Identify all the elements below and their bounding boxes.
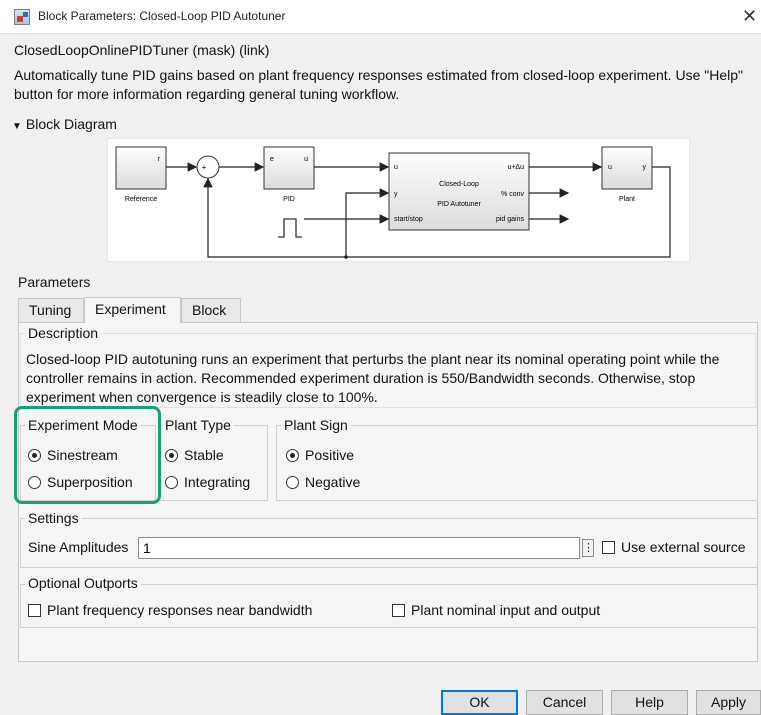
use-external-source-checkbox[interactable]: Use external source xyxy=(602,539,746,555)
mask-title: ClosedLoopOnlinePIDTuner (mask) (link) xyxy=(14,42,270,58)
autotuner-port-u-delta: u+Δu xyxy=(507,164,524,171)
sine-amplitudes-label: Sine Amplitudes xyxy=(28,539,129,555)
pid-block xyxy=(263,146,315,190)
radio-positive-label: Positive xyxy=(305,447,355,463)
plant-sign-title: Plant Sign xyxy=(281,417,351,433)
autotuner-title-line2: PID Autotuner xyxy=(437,201,481,208)
tab-experiment[interactable]: Experiment xyxy=(84,297,181,323)
sum-plus-sign: + xyxy=(202,163,207,172)
wire-y-to-autotuner xyxy=(345,188,390,257)
autotuner-port-conv: % conv xyxy=(501,191,524,198)
close-icon[interactable]: ✕ xyxy=(742,6,757,27)
nominal-io-checkbox[interactable]: Plant nominal input and output xyxy=(392,602,600,618)
block-diagram: r Reference + - e u PID Closed-Loop PID … xyxy=(107,138,690,262)
radio-button[interactable] xyxy=(286,475,299,489)
radio-stable[interactable]: Stable xyxy=(165,447,224,463)
simulink-app-icon xyxy=(14,9,30,25)
collapse-triangle-icon: ▼ xyxy=(12,121,22,132)
radio-button-selected[interactable] xyxy=(165,448,178,462)
description-title: Description xyxy=(25,325,102,341)
autotuner-port-startstop: start/stop xyxy=(394,216,423,223)
sum-block xyxy=(196,155,220,179)
radio-button-selected[interactable] xyxy=(286,448,299,462)
checkbox-box[interactable] xyxy=(602,540,615,554)
help-button[interactable]: Help xyxy=(611,690,688,715)
freq-response-checkbox[interactable]: Plant frequency responses near bandwidth xyxy=(28,602,312,618)
block-diagram-heading: Block Diagram xyxy=(25,116,117,132)
plant-type-title: Plant Type xyxy=(162,417,234,433)
pid-port-e: e xyxy=(270,156,274,163)
tab-block[interactable]: Block xyxy=(181,298,241,323)
optional-outports-title: Optional Outports xyxy=(25,575,141,591)
pulse-generator-icon xyxy=(278,218,302,238)
radio-negative-label: Negative xyxy=(305,474,361,490)
radio-negative[interactable]: Negative xyxy=(286,474,360,490)
more-options-icon[interactable]: ⋮ xyxy=(582,539,594,557)
pid-port-u: u xyxy=(304,156,308,163)
freq-response-label: Plant frequency responses near bandwidth xyxy=(47,602,313,618)
cancel-button[interactable]: Cancel xyxy=(526,690,603,715)
apply-button[interactable]: Apply xyxy=(696,690,761,715)
description-text: Closed-loop PID autotuning runs an exper… xyxy=(26,351,720,405)
autotuner-title-line1: Closed-Loop xyxy=(439,181,479,188)
radio-integrating[interactable]: Integrating xyxy=(165,474,250,490)
autotuner-port-y: y xyxy=(394,191,398,198)
title-bar: Block Parameters: Closed-Loop PID Autotu… xyxy=(0,0,761,34)
ok-button[interactable]: OK xyxy=(441,690,518,715)
window-title: Block Parameters: Closed-Loop PID Autotu… xyxy=(38,9,286,23)
plant-label: Plant xyxy=(619,196,635,203)
sine-amplitudes-input[interactable] xyxy=(138,537,580,559)
plant-port-y: y xyxy=(643,164,647,171)
use-external-source-label: Use external source xyxy=(621,539,746,555)
plant-port-u: u xyxy=(608,164,612,171)
nominal-io-label: Plant nominal input and output xyxy=(411,602,601,618)
reference-label: Reference xyxy=(125,196,157,203)
radio-stable-label: Stable xyxy=(184,447,224,463)
radio-integrating-label: Integrating xyxy=(184,474,251,490)
radio-button[interactable] xyxy=(165,475,178,489)
pid-label: PID xyxy=(283,196,295,203)
reference-block xyxy=(115,146,167,190)
autotuner-port-gains: pid gains xyxy=(496,216,525,223)
tab-tuning[interactable]: Tuning xyxy=(18,298,84,323)
mask-description: Automatically tune PID gains based on pl… xyxy=(14,67,743,102)
autotuner-port-u: u xyxy=(394,164,398,171)
checkbox-box[interactable] xyxy=(392,603,405,617)
settings-title: Settings xyxy=(25,510,82,526)
parameters-heading: Parameters xyxy=(18,274,91,290)
block-diagram-toggle[interactable]: ▼ Block Diagram xyxy=(12,116,117,132)
checkbox-box[interactable] xyxy=(28,603,41,617)
radio-positive[interactable]: Positive xyxy=(286,447,354,463)
experiment-mode-highlight xyxy=(14,406,161,504)
